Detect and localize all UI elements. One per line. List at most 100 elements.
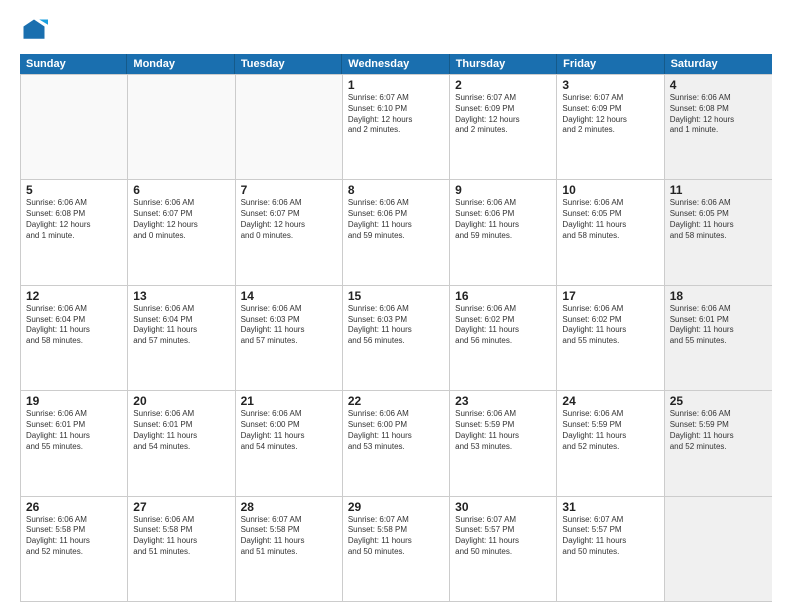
calendar-header-sunday: Sunday: [20, 54, 127, 74]
calendar-body: 1Sunrise: 6:07 AM Sunset: 6:10 PM Daylig…: [20, 74, 772, 602]
cell-info: Sunrise: 6:06 AM Sunset: 6:02 PM Dayligh…: [455, 304, 551, 347]
calendar-header-thursday: Thursday: [450, 54, 557, 74]
cell-info: Sunrise: 6:07 AM Sunset: 5:58 PM Dayligh…: [241, 515, 337, 558]
cell-info: Sunrise: 6:06 AM Sunset: 6:02 PM Dayligh…: [562, 304, 658, 347]
cell-info: Sunrise: 6:06 AM Sunset: 6:07 PM Dayligh…: [241, 198, 337, 241]
day-number: 18: [670, 289, 767, 303]
day-number: 12: [26, 289, 122, 303]
cell-info: Sunrise: 6:06 AM Sunset: 5:59 PM Dayligh…: [455, 409, 551, 452]
day-number: 20: [133, 394, 229, 408]
cell-info: Sunrise: 6:07 AM Sunset: 5:57 PM Dayligh…: [455, 515, 551, 558]
calendar-cell-11: 11Sunrise: 6:06 AM Sunset: 6:05 PM Dayli…: [665, 180, 772, 284]
cell-info: Sunrise: 6:06 AM Sunset: 6:03 PM Dayligh…: [241, 304, 337, 347]
day-number: 30: [455, 500, 551, 514]
cell-info: Sunrise: 6:07 AM Sunset: 6:09 PM Dayligh…: [455, 93, 551, 136]
calendar-row-3: 12Sunrise: 6:06 AM Sunset: 6:04 PM Dayli…: [21, 285, 772, 390]
logo: [20, 16, 52, 44]
day-number: 15: [348, 289, 444, 303]
calendar-cell-empty-0-2: [236, 75, 343, 179]
cell-info: Sunrise: 6:06 AM Sunset: 6:06 PM Dayligh…: [455, 198, 551, 241]
calendar-cell-10: 10Sunrise: 6:06 AM Sunset: 6:05 PM Dayli…: [557, 180, 664, 284]
cell-info: Sunrise: 6:07 AM Sunset: 6:10 PM Dayligh…: [348, 93, 444, 136]
day-number: 25: [670, 394, 767, 408]
calendar-header-saturday: Saturday: [665, 54, 772, 74]
cell-info: Sunrise: 6:06 AM Sunset: 5:58 PM Dayligh…: [26, 515, 122, 558]
page: SundayMondayTuesdayWednesdayThursdayFrid…: [0, 0, 792, 612]
calendar-cell-22: 22Sunrise: 6:06 AM Sunset: 6:00 PM Dayli…: [343, 391, 450, 495]
calendar-cell-6: 6Sunrise: 6:06 AM Sunset: 6:07 PM Daylig…: [128, 180, 235, 284]
calendar-cell-30: 30Sunrise: 6:07 AM Sunset: 5:57 PM Dayli…: [450, 497, 557, 601]
day-number: 31: [562, 500, 658, 514]
calendar-cell-23: 23Sunrise: 6:06 AM Sunset: 5:59 PM Dayli…: [450, 391, 557, 495]
cell-info: Sunrise: 6:06 AM Sunset: 6:01 PM Dayligh…: [133, 409, 229, 452]
cell-info: Sunrise: 6:06 AM Sunset: 6:07 PM Dayligh…: [133, 198, 229, 241]
calendar-cell-24: 24Sunrise: 6:06 AM Sunset: 5:59 PM Dayli…: [557, 391, 664, 495]
calendar-cell-25: 25Sunrise: 6:06 AM Sunset: 5:59 PM Dayli…: [665, 391, 772, 495]
day-number: 2: [455, 78, 551, 92]
day-number: 22: [348, 394, 444, 408]
cell-info: Sunrise: 6:06 AM Sunset: 6:00 PM Dayligh…: [348, 409, 444, 452]
calendar-cell-29: 29Sunrise: 6:07 AM Sunset: 5:58 PM Dayli…: [343, 497, 450, 601]
calendar-cell-empty-4-6: [665, 497, 772, 601]
day-number: 11: [670, 183, 767, 197]
day-number: 13: [133, 289, 229, 303]
header: [20, 16, 772, 44]
calendar-cell-19: 19Sunrise: 6:06 AM Sunset: 6:01 PM Dayli…: [21, 391, 128, 495]
day-number: 23: [455, 394, 551, 408]
calendar-cell-empty-0-0: [21, 75, 128, 179]
day-number: 17: [562, 289, 658, 303]
calendar-cell-12: 12Sunrise: 6:06 AM Sunset: 6:04 PM Dayli…: [21, 286, 128, 390]
calendar-cell-empty-0-1: [128, 75, 235, 179]
calendar-cell-4: 4Sunrise: 6:06 AM Sunset: 6:08 PM Daylig…: [665, 75, 772, 179]
cell-info: Sunrise: 6:06 AM Sunset: 6:04 PM Dayligh…: [26, 304, 122, 347]
day-number: 16: [455, 289, 551, 303]
calendar-cell-17: 17Sunrise: 6:06 AM Sunset: 6:02 PM Dayli…: [557, 286, 664, 390]
cell-info: Sunrise: 6:06 AM Sunset: 6:04 PM Dayligh…: [133, 304, 229, 347]
day-number: 24: [562, 394, 658, 408]
cell-info: Sunrise: 6:06 AM Sunset: 6:01 PM Dayligh…: [26, 409, 122, 452]
cell-info: Sunrise: 6:06 AM Sunset: 6:03 PM Dayligh…: [348, 304, 444, 347]
cell-info: Sunrise: 6:06 AM Sunset: 5:59 PM Dayligh…: [562, 409, 658, 452]
calendar-row-5: 26Sunrise: 6:06 AM Sunset: 5:58 PM Dayli…: [21, 496, 772, 601]
calendar-cell-3: 3Sunrise: 6:07 AM Sunset: 6:09 PM Daylig…: [557, 75, 664, 179]
logo-icon: [20, 16, 48, 44]
cell-info: Sunrise: 6:07 AM Sunset: 5:57 PM Dayligh…: [562, 515, 658, 558]
day-number: 5: [26, 183, 122, 197]
calendar-cell-31: 31Sunrise: 6:07 AM Sunset: 5:57 PM Dayli…: [557, 497, 664, 601]
calendar-cell-15: 15Sunrise: 6:06 AM Sunset: 6:03 PM Dayli…: [343, 286, 450, 390]
day-number: 14: [241, 289, 337, 303]
calendar-header-monday: Monday: [127, 54, 234, 74]
calendar-cell-20: 20Sunrise: 6:06 AM Sunset: 6:01 PM Dayli…: [128, 391, 235, 495]
calendar: SundayMondayTuesdayWednesdayThursdayFrid…: [20, 54, 772, 602]
calendar-cell-13: 13Sunrise: 6:06 AM Sunset: 6:04 PM Dayli…: [128, 286, 235, 390]
calendar-cell-8: 8Sunrise: 6:06 AM Sunset: 6:06 PM Daylig…: [343, 180, 450, 284]
calendar-header-friday: Friday: [557, 54, 664, 74]
calendar-cell-1: 1Sunrise: 6:07 AM Sunset: 6:10 PM Daylig…: [343, 75, 450, 179]
calendar-row-1: 1Sunrise: 6:07 AM Sunset: 6:10 PM Daylig…: [21, 74, 772, 179]
calendar-header-tuesday: Tuesday: [235, 54, 342, 74]
day-number: 6: [133, 183, 229, 197]
calendar-header-wednesday: Wednesday: [342, 54, 449, 74]
cell-info: Sunrise: 6:06 AM Sunset: 6:06 PM Dayligh…: [348, 198, 444, 241]
day-number: 19: [26, 394, 122, 408]
day-number: 28: [241, 500, 337, 514]
day-number: 10: [562, 183, 658, 197]
calendar-cell-28: 28Sunrise: 6:07 AM Sunset: 5:58 PM Dayli…: [236, 497, 343, 601]
calendar-row-4: 19Sunrise: 6:06 AM Sunset: 6:01 PM Dayli…: [21, 390, 772, 495]
day-number: 8: [348, 183, 444, 197]
cell-info: Sunrise: 6:07 AM Sunset: 6:09 PM Dayligh…: [562, 93, 658, 136]
calendar-cell-14: 14Sunrise: 6:06 AM Sunset: 6:03 PM Dayli…: [236, 286, 343, 390]
calendar-cell-21: 21Sunrise: 6:06 AM Sunset: 6:00 PM Dayli…: [236, 391, 343, 495]
day-number: 26: [26, 500, 122, 514]
day-number: 7: [241, 183, 337, 197]
cell-info: Sunrise: 6:06 AM Sunset: 6:08 PM Dayligh…: [670, 93, 767, 136]
calendar-cell-5: 5Sunrise: 6:06 AM Sunset: 6:08 PM Daylig…: [21, 180, 128, 284]
calendar-cell-2: 2Sunrise: 6:07 AM Sunset: 6:09 PM Daylig…: [450, 75, 557, 179]
day-number: 4: [670, 78, 767, 92]
day-number: 29: [348, 500, 444, 514]
cell-info: Sunrise: 6:06 AM Sunset: 6:00 PM Dayligh…: [241, 409, 337, 452]
cell-info: Sunrise: 6:06 AM Sunset: 6:01 PM Dayligh…: [670, 304, 767, 347]
calendar-cell-26: 26Sunrise: 6:06 AM Sunset: 5:58 PM Dayli…: [21, 497, 128, 601]
calendar-header-row: SundayMondayTuesdayWednesdayThursdayFrid…: [20, 54, 772, 74]
day-number: 9: [455, 183, 551, 197]
